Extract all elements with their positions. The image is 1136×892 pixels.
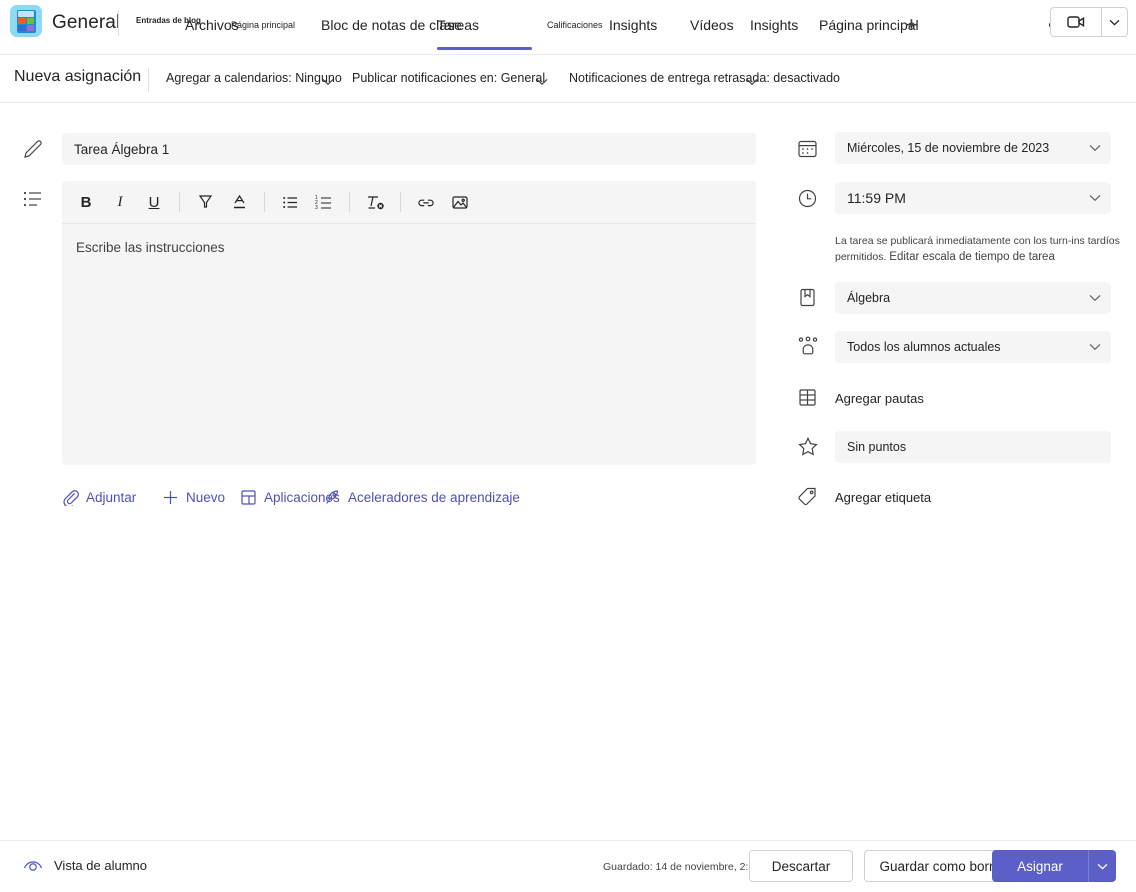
video-camera-icon[interactable] bbox=[1050, 7, 1102, 37]
points-value: Sin puntos bbox=[847, 440, 907, 454]
pencil-icon bbox=[22, 138, 44, 165]
toolbar-separator bbox=[400, 192, 401, 212]
toolbar-separator bbox=[349, 192, 350, 212]
tab-p-gina-principal[interactable]: Página principal bbox=[819, 17, 919, 33]
toolbar-option-1[interactable]: Publicar notificaciones en: General bbox=[352, 71, 545, 85]
due-date-field[interactable]: Miércoles, 15 de noviembre de 2023 bbox=[835, 132, 1111, 164]
category-field[interactable]: Álgebra bbox=[835, 282, 1111, 314]
meet-options-chevron-down-icon[interactable] bbox=[1102, 7, 1128, 37]
grid-table-icon bbox=[797, 387, 818, 413]
header-divider bbox=[118, 10, 119, 36]
due-time-field[interactable]: 11:59 PM bbox=[835, 182, 1111, 214]
points-field[interactable]: Sin puntos bbox=[835, 431, 1111, 463]
instructions-placeholder[interactable]: Escribe las instrucciones bbox=[62, 224, 756, 271]
active-tab-underline bbox=[437, 47, 532, 50]
tag-icon bbox=[797, 486, 819, 512]
paperclip-icon bbox=[62, 489, 79, 506]
image-icon[interactable] bbox=[444, 187, 476, 217]
link-icon[interactable] bbox=[410, 187, 442, 217]
discard-button[interactable]: Descartar bbox=[749, 850, 853, 882]
svg-text:3: 3 bbox=[315, 205, 318, 211]
assign-to-field[interactable]: Todos los alumnos actuales bbox=[835, 331, 1111, 363]
edit-timeline-link[interactable]: Editar escala de tiempo de tarea bbox=[889, 251, 1055, 263]
assign-to-value: Todos los alumnos actuales bbox=[847, 340, 1001, 354]
clear-formatting-icon[interactable] bbox=[359, 187, 391, 217]
chevron-down-icon[interactable] bbox=[322, 73, 334, 91]
toolbar-separator bbox=[264, 192, 265, 212]
student-view-label: Vista de alumno bbox=[54, 857, 147, 873]
underline-icon[interactable]: U bbox=[138, 187, 170, 217]
tab-calificaciones[interactable]: Calificaciones bbox=[547, 20, 603, 30]
bold-icon[interactable]: B bbox=[70, 187, 102, 217]
list-icon bbox=[22, 188, 44, 215]
due-date-value: Miércoles, 15 de noviembre de 2023 bbox=[847, 141, 1050, 155]
chevron-down-icon bbox=[1089, 144, 1101, 152]
attachment-label: Adjuntar bbox=[86, 490, 137, 505]
adjuntar-button[interactable]: Adjuntar bbox=[62, 489, 136, 506]
add-tab-button[interactable]: + bbox=[905, 12, 918, 38]
bookmark-icon bbox=[797, 287, 818, 313]
category-value: Álgebra bbox=[847, 291, 891, 305]
chevron-down-icon bbox=[1089, 294, 1101, 302]
chevron-down-icon[interactable] bbox=[536, 73, 548, 91]
chevron-down-icon[interactable] bbox=[746, 73, 758, 91]
tab-insights[interactable]: Insights bbox=[609, 17, 657, 33]
italic-icon[interactable]: I bbox=[104, 187, 136, 217]
eye-icon bbox=[23, 861, 43, 871]
toolbar-option-2[interactable]: Notificaciones de entrega retrasada: des… bbox=[569, 71, 840, 85]
attachment-label: Aceleradores de aprendizaje bbox=[348, 490, 520, 505]
toolbar-divider bbox=[148, 68, 149, 92]
schedule-help-text: La tarea se publicará inmediatamente con… bbox=[835, 234, 1125, 266]
clock-icon bbox=[797, 188, 818, 214]
nuevo-button[interactable]: Nuevo bbox=[162, 489, 225, 506]
highlight-icon[interactable] bbox=[189, 187, 221, 217]
team-name: General bbox=[52, 12, 121, 33]
toolbar-option-0[interactable]: Agregar a calendarios: Ninguno bbox=[166, 71, 342, 85]
teams-assignment-window: General Entradas de blog Archivos Página p… bbox=[0, 0, 1136, 892]
calendar-icon bbox=[797, 138, 818, 164]
tab-v-deos[interactable]: Vídeos bbox=[690, 17, 734, 33]
instructions-editor: B I U 1 2 3 Escribe las instrucciones bbox=[62, 181, 756, 465]
attachment-label: Nuevo bbox=[186, 490, 226, 505]
app-header: General Entradas de blog Archivos Página p… bbox=[0, 0, 1136, 55]
apps-grid-icon bbox=[240, 489, 257, 506]
aceleradores-de-aprendizaje-button[interactable]: Aceleradores de aprendizaje bbox=[324, 489, 520, 506]
rich-text-toolbar: B I U 1 2 3 bbox=[62, 181, 756, 224]
toolbar-separator bbox=[179, 192, 180, 212]
student-view-button[interactable]: Vista de alumno bbox=[22, 857, 147, 873]
assignment-toolbar: Nueva asignación Agregar a calendarios: … bbox=[0, 56, 1136, 103]
add-tag-button[interactable]: Agregar etiqueta bbox=[835, 490, 931, 505]
assignment-title-input[interactable] bbox=[62, 133, 756, 165]
due-time-value: 11:59 PM bbox=[847, 190, 906, 206]
rocket-icon bbox=[324, 489, 341, 506]
chevron-down-icon bbox=[1089, 194, 1101, 202]
tab-insights[interactable]: Insights bbox=[750, 17, 798, 33]
calculator-icon bbox=[10, 5, 42, 37]
chevron-down-icon bbox=[1089, 343, 1101, 351]
tab-tareas[interactable]: Tareas bbox=[437, 17, 479, 33]
font-color-icon[interactable] bbox=[223, 187, 255, 217]
star-icon bbox=[797, 436, 819, 462]
page-title: Nueva asignación bbox=[14, 68, 142, 85]
add-rubric-button[interactable]: Agregar pautas bbox=[835, 391, 924, 406]
people-icon bbox=[797, 336, 819, 362]
plus-icon bbox=[162, 489, 179, 506]
assign-options-chevron-down-icon[interactable] bbox=[1088, 850, 1116, 882]
tab-p-gina-principal[interactable]: Página principal bbox=[231, 20, 295, 30]
assign-button[interactable]: Asignar bbox=[992, 850, 1088, 882]
bulleted-list-icon[interactable] bbox=[274, 187, 306, 217]
numbered-list-icon[interactable]: 1 2 3 bbox=[308, 187, 340, 217]
